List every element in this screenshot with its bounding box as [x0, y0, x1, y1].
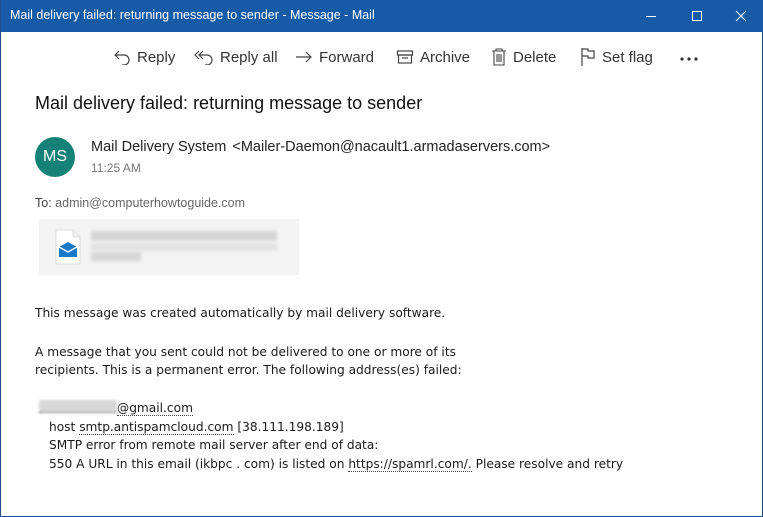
body-line-1: This message was created automatically b… — [35, 306, 446, 320]
message-time: 11:25 AM — [91, 161, 141, 175]
title-bar[interactable]: Mail delivery failed: returning message … — [1, 0, 763, 32]
delete-button[interactable]: Delete — [491, 40, 556, 74]
attachment-name-redacted-2 — [91, 243, 277, 251]
reply-all-button[interactable]: Reply all — [194, 40, 278, 74]
reply-button[interactable]: Reply — [113, 40, 175, 74]
flag-icon — [580, 47, 596, 67]
delete-icon — [491, 48, 507, 66]
forward-icon — [295, 49, 313, 65]
set-flag-button[interactable]: Set flag — [580, 40, 653, 74]
body-line-2: A message that you sent could not be del… — [35, 345, 456, 359]
more-icon — [679, 49, 699, 66]
window-title: Mail delivery failed: returning message … — [10, 8, 375, 22]
reply-all-icon — [194, 49, 214, 65]
sender-address[interactable]: <Mailer-Daemon@nacault1.armadaservers.co… — [232, 139, 550, 155]
error-550-line: 550 A URL in this email (ikbpc . com) is… — [49, 455, 623, 473]
attachment-size-redacted — [91, 252, 141, 261]
spamrl-link[interactable]: https://spamrl.com/. — [348, 457, 472, 472]
failed-address-domain[interactable]: @gmail.com — [117, 401, 193, 416]
maximize-button[interactable] — [674, 0, 720, 32]
delete-label: Delete — [513, 48, 557, 66]
host-ip: [38.111.198.189] — [233, 420, 344, 434]
archive-label: Archive — [420, 48, 471, 66]
body-line-3: recipients. This is a permanent error. T… — [35, 363, 462, 377]
archive-icon — [396, 49, 414, 65]
to-label: To: — [35, 196, 52, 210]
reply-all-label: Reply all — [220, 48, 278, 66]
close-button[interactable] — [718, 0, 763, 32]
close-icon — [735, 10, 747, 22]
sender-name[interactable]: Mail Delivery System — [91, 139, 226, 155]
mail-window: Mail delivery failed: returning message … — [0, 0, 763, 517]
archive-button[interactable]: Archive — [396, 40, 470, 74]
more-actions-button[interactable] — [679, 40, 699, 74]
forward-button[interactable]: Forward — [295, 40, 374, 74]
reply-icon — [113, 49, 131, 65]
message-subject: Mail delivery failed: returning message … — [35, 93, 423, 113]
attachment-card[interactable] — [39, 219, 299, 275]
maximize-icon — [692, 11, 702, 21]
sender-avatar: MS — [35, 137, 75, 177]
smtp-error-line: SMTP error from remote mail server after… — [49, 438, 379, 452]
mail-file-icon — [55, 229, 81, 270]
recipient-address[interactable]: admin@computerhowtoguide.com — [55, 196, 245, 210]
host-link[interactable]: smtp.antispamcloud.com — [79, 420, 234, 435]
error-prefix: 550 A URL in this email (ikbpc . com) is… — [49, 457, 349, 471]
minimize-button[interactable] — [628, 0, 674, 32]
attachment-name-redacted — [91, 231, 277, 241]
minimize-icon — [646, 16, 656, 17]
avatar-initials: MS — [43, 148, 67, 165]
host-line: host smtp.antispamcloud.com [38.111.198.… — [49, 418, 344, 436]
message-toolbar: Reply Reply all Forward Archive Delete S… — [1, 40, 763, 74]
forward-label: Forward — [319, 48, 375, 66]
host-prefix: host — [49, 420, 80, 434]
set-flag-label: Set flag — [602, 48, 653, 66]
recipient-line: To: admin@computerhowtoguide.com — [35, 196, 245, 210]
sender-line: Mail Delivery System <Mailer-Daemon@nacau… — [91, 139, 550, 155]
error-suffix: Please resolve and retry — [471, 457, 624, 471]
failed-address: @gmail.com — [39, 399, 193, 417]
reply-label: Reply — [137, 48, 176, 66]
failed-address-redacted — [39, 400, 117, 413]
